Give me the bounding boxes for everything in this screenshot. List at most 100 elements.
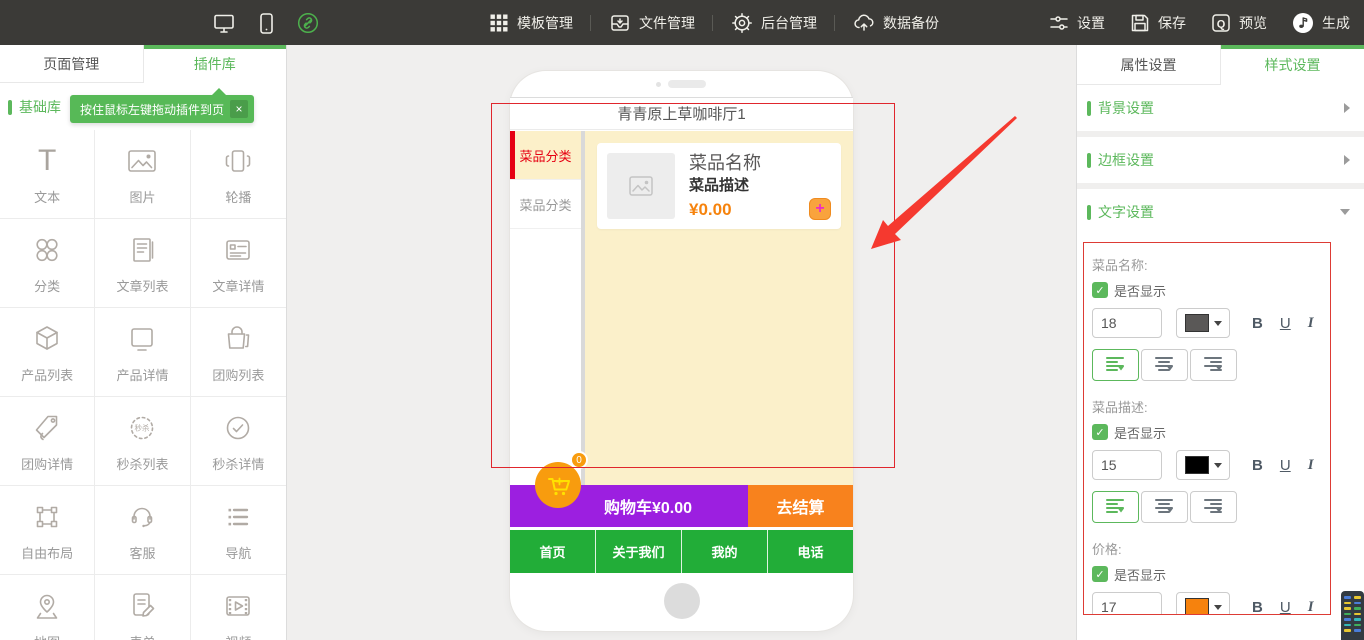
plugin-item-carousel[interactable]: 轮播 xyxy=(191,130,286,219)
underline-button[interactable]: U xyxy=(1280,457,1291,474)
font-size-input[interactable] xyxy=(1092,592,1162,615)
plugin-label: 客服 xyxy=(129,543,155,562)
tab-property-settings[interactable]: 属性设置 xyxy=(1077,45,1221,85)
equalizer-stripe xyxy=(1354,602,1361,605)
plugin-item-product-detail[interactable]: 产品详情 xyxy=(95,308,190,397)
tab-page-manage[interactable]: 页面管理 xyxy=(0,45,144,83)
phone-nav-item[interactable]: 我的 xyxy=(681,530,767,573)
phone-nav-item[interactable]: 首页 xyxy=(510,530,595,573)
caret-down-icon xyxy=(1214,463,1222,468)
style-settings-panel: 属性设置 样式设置 背景设置 边框设置 文字设置 菜品名称:✓是否显示BUI菜品… xyxy=(1076,45,1364,640)
green-bar-decoration xyxy=(1087,205,1091,220)
menu-label: 后台管理 xyxy=(761,13,817,33)
show-checkbox[interactable]: ✓ xyxy=(1092,566,1108,582)
plugin-label: 导航 xyxy=(225,543,251,562)
topbar-menu-admin-manage[interactable]: 后台管理 xyxy=(730,11,817,35)
italic-button[interactable]: I xyxy=(1308,315,1314,332)
italic-button[interactable]: I xyxy=(1308,599,1314,616)
align-left-button[interactable] xyxy=(1092,491,1139,523)
checkout-button[interactable]: 去结算 xyxy=(748,485,853,527)
menu-label: 数据备份 xyxy=(883,13,939,33)
cart-icon-button[interactable] xyxy=(535,462,581,508)
italic-button[interactable]: I xyxy=(1308,457,1314,474)
align-button-group xyxy=(1092,491,1320,523)
plugin-item-groupbuy-list[interactable]: 团购列表 xyxy=(191,308,286,397)
add-to-cart-button[interactable]: + xyxy=(809,198,831,220)
plugin-item-groupbuy-detail[interactable]: 团购详情 xyxy=(0,397,95,486)
section-label: 背景设置 xyxy=(1098,98,1154,118)
underline-button[interactable]: U xyxy=(1280,315,1291,332)
plugin-item-article-list[interactable]: 文章列表 xyxy=(95,219,190,308)
section-background-settings[interactable]: 背景设置 xyxy=(1077,85,1364,131)
align-center-button[interactable] xyxy=(1141,491,1188,523)
tab-plugin-library[interactable]: 插件库 xyxy=(144,45,287,83)
topbar-menu-save[interactable]: 保存 xyxy=(1129,12,1186,34)
mobile-icon[interactable] xyxy=(254,11,278,35)
phone-camera-dot xyxy=(656,82,661,87)
link-icon[interactable] xyxy=(296,11,320,35)
section-text-settings[interactable]: 文字设置 xyxy=(1077,189,1364,235)
cloud-upload-icon xyxy=(852,11,876,35)
plugin-item-seckill-detail[interactable]: 秒杀详情 xyxy=(191,397,286,486)
align-right-button[interactable] xyxy=(1190,349,1237,381)
plugin-item-service[interactable]: 客服 xyxy=(95,486,190,575)
topbar-menu-template-manage[interactable]: 模板管理 xyxy=(488,12,573,34)
phone-nav-item[interactable]: 关于我们 xyxy=(595,530,681,573)
color-dropdown[interactable] xyxy=(1176,308,1230,338)
article-detail-icon xyxy=(220,231,256,269)
phone-category-item[interactable]: 菜品分类 xyxy=(510,180,581,229)
seckill-list-icon: 秒杀 xyxy=(124,409,160,447)
editor-canvas: 青青原上草咖啡厅1 菜品分类菜品分类 菜品名称 菜品描述 ¥0.00 xyxy=(287,45,1076,640)
phone-category-item[interactable]: 菜品分类 xyxy=(510,131,581,180)
desktop-icon[interactable] xyxy=(212,11,236,35)
topbar-menu-file-manage[interactable]: 文件管理 xyxy=(608,11,695,35)
plugin-item-category[interactable]: 分类 xyxy=(0,219,95,308)
bold-button[interactable]: B xyxy=(1252,457,1263,474)
bold-button[interactable]: B xyxy=(1252,315,1263,332)
align-right-button[interactable] xyxy=(1190,491,1237,523)
plugin-item-map[interactable]: 地图 xyxy=(0,575,95,640)
caret-down-icon xyxy=(1214,605,1222,610)
show-toggle-row: ✓是否显示 xyxy=(1092,281,1320,299)
plugin-item-nav[interactable]: 导航 xyxy=(191,486,286,575)
product-list-icon xyxy=(29,320,65,358)
plugin-item-seckill-list[interactable]: 秒杀秒杀列表 xyxy=(95,397,190,486)
svg-text:秒杀: 秒杀 xyxy=(135,423,150,433)
phone-mockup: 青青原上草咖啡厅1 菜品分类菜品分类 菜品名称 菜品描述 ¥0.00 xyxy=(510,71,853,631)
tab-style-settings[interactable]: 样式设置 xyxy=(1221,45,1364,85)
dish-card[interactable]: 菜品名称 菜品描述 ¥0.00 + xyxy=(597,143,841,229)
topbar-menu-data-backup[interactable]: 数据备份 xyxy=(852,11,939,35)
font-size-input[interactable] xyxy=(1092,308,1162,338)
show-checkbox[interactable]: ✓ xyxy=(1092,424,1108,440)
tooltip-text: 按住鼠标左键拖动插件到页 xyxy=(80,101,224,118)
phone-nav-item[interactable]: 电话 xyxy=(767,530,853,573)
plugin-label: 自由布局 xyxy=(21,543,73,562)
phone-home-button[interactable] xyxy=(664,583,700,619)
text-setting-group: 价格:✓是否显示BUI xyxy=(1092,539,1320,615)
section-border-settings[interactable]: 边框设置 xyxy=(1077,137,1364,183)
sliders-icon xyxy=(1048,12,1070,34)
underline-button[interactable]: U xyxy=(1280,599,1291,616)
plugin-item-video[interactable]: 视频 xyxy=(191,575,286,640)
font-size-input[interactable] xyxy=(1092,450,1162,480)
topbar-menu-settings[interactable]: 设置 xyxy=(1048,12,1105,34)
plugin-item-text[interactable]: T文本 xyxy=(0,130,95,219)
show-checkbox[interactable]: ✓ xyxy=(1092,282,1108,298)
align-center-button[interactable] xyxy=(1141,349,1188,381)
plugin-item-product-list[interactable]: 产品列表 xyxy=(0,308,95,397)
plugin-item-freelayout[interactable]: 自由布局 xyxy=(0,486,95,575)
menu-plugin-body: 菜品分类菜品分类 菜品名称 菜品描述 ¥0.00 + xyxy=(510,131,853,485)
bold-button[interactable]: B xyxy=(1252,599,1263,616)
color-dropdown[interactable] xyxy=(1176,450,1230,480)
plugin-item-form[interactable]: 表单 xyxy=(95,575,190,640)
align-right-icon xyxy=(1204,356,1223,375)
plugin-item-image[interactable]: 图片 xyxy=(95,130,190,219)
align-left-button[interactable] xyxy=(1092,349,1139,381)
topbar-menu-generate[interactable]: 生成 xyxy=(1291,11,1350,35)
align-center-icon xyxy=(1155,498,1174,517)
plugin-item-article-detail[interactable]: 文章详情 xyxy=(191,219,286,308)
text-settings-box: 菜品名称:✓是否显示BUI菜品描述:✓是否显示BUI价格:✓是否显示BUI xyxy=(1083,242,1331,615)
topbar-menu-preview[interactable]: Q预览 xyxy=(1210,12,1267,34)
color-dropdown[interactable] xyxy=(1176,592,1230,615)
tooltip-close-button[interactable]: × xyxy=(230,100,248,118)
